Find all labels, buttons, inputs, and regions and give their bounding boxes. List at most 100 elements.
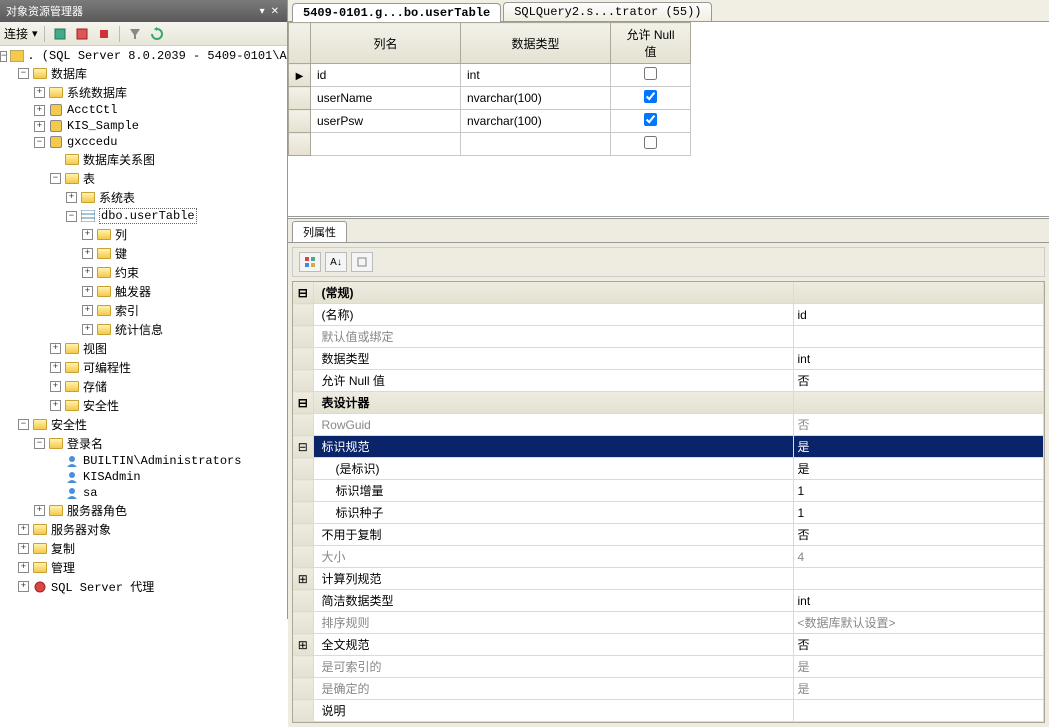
prop-deterministic-value[interactable]: 是 — [793, 678, 1044, 700]
allownull-checkbox[interactable] — [644, 90, 657, 103]
row-selector[interactable]: ▶ — [289, 64, 311, 87]
table-row[interactable] — [289, 133, 691, 156]
alphabetical-icon[interactable]: A↓ — [325, 252, 347, 272]
storage-node[interactable]: +存储 — [0, 377, 287, 396]
row-selector[interactable] — [289, 87, 311, 110]
categorize-icon[interactable] — [299, 252, 321, 272]
header-allownull[interactable]: 允许 Null 值 — [611, 23, 691, 64]
allownull-checkbox[interactable] — [644, 67, 657, 80]
filter-icon[interactable] — [126, 25, 144, 43]
expand-icon[interactable]: ⊟ — [293, 282, 313, 304]
tables-node[interactable]: −表 — [0, 169, 287, 188]
prop-row[interactable]: ⊞全文规范否 — [293, 634, 1044, 656]
serverroles-node[interactable]: +服务器角色 — [0, 501, 287, 520]
management-node[interactable]: +管理 — [0, 558, 287, 577]
replication-node[interactable]: +复制 — [0, 539, 287, 558]
keys-node[interactable]: +键 — [0, 244, 287, 263]
cell-datatype[interactable]: int — [461, 64, 611, 87]
table-row[interactable]: userPsw nvarchar(100) — [289, 110, 691, 133]
allownull-checkbox[interactable] — [644, 113, 657, 126]
prop-size-value[interactable]: 4 — [793, 546, 1044, 568]
prop-row[interactable]: 数据类型int — [293, 348, 1044, 370]
cell-colname[interactable]: userName — [311, 87, 461, 110]
sa-node[interactable]: sa — [0, 485, 287, 501]
prop-row[interactable]: 说明 — [293, 700, 1044, 722]
acctctl-node[interactable]: +AcctCtl — [0, 102, 287, 118]
prop-row[interactable]: 大小4 — [293, 546, 1044, 568]
prop-row[interactable]: 是确定的是 — [293, 678, 1044, 700]
indexes-node[interactable]: +索引 — [0, 301, 287, 320]
serverobjects-node[interactable]: +服务器对象 — [0, 520, 287, 539]
databases-node[interactable]: −数据库 — [0, 64, 287, 83]
prop-row[interactable]: ⊞计算列规范 — [293, 568, 1044, 590]
table-row[interactable]: ▶ id int — [289, 64, 691, 87]
columns-node[interactable]: +列 — [0, 225, 287, 244]
systables-node[interactable]: +系统表 — [0, 188, 287, 207]
connect-icon[interactable] — [51, 25, 69, 43]
prop-row[interactable]: 排序规则<数据库默认设置> — [293, 612, 1044, 634]
cell-colname[interactable]: userPsw — [311, 110, 461, 133]
prop-concise-value[interactable]: int — [793, 590, 1044, 612]
prop-row[interactable]: 允许 Null 值否 — [293, 370, 1044, 392]
expand-icon[interactable]: ⊞ — [293, 568, 313, 590]
dbdiagram-node[interactable]: 数据库关系图 — [0, 150, 287, 169]
cell-allownull[interactable] — [611, 64, 691, 87]
prop-row[interactable]: 简洁数据类型int — [293, 590, 1044, 612]
cell-datatype[interactable] — [461, 133, 611, 156]
expand-icon[interactable]: ⊟ — [293, 392, 313, 414]
object-tree[interactable]: −. (SQL Server 8.0.2039 - 5409-0101\Admi… — [0, 46, 287, 619]
prop-row[interactable]: 标识增量1 — [293, 480, 1044, 502]
cell-datatype[interactable]: nvarchar(100) — [461, 87, 611, 110]
kissample-node[interactable]: +KIS_Sample — [0, 118, 287, 134]
allownull-checkbox[interactable] — [644, 136, 657, 149]
gxccedu-node[interactable]: −gxccedu — [0, 134, 287, 150]
prop-compcol-value[interactable] — [793, 568, 1044, 590]
connect-button[interactable]: 连接 — [4, 25, 28, 42]
prop-fulltext-value[interactable]: 否 — [793, 634, 1044, 656]
security2-node[interactable]: −安全性 — [0, 415, 287, 434]
builtinadmin-node[interactable]: BUILTIN\Administrators — [0, 453, 287, 469]
prop-isident-value[interactable]: 是 — [793, 458, 1044, 480]
disconnect-icon[interactable] — [73, 25, 91, 43]
cell-allownull[interactable] — [611, 133, 691, 156]
prop-row[interactable]: (名称)id — [293, 304, 1044, 326]
agent-node[interactable]: +SQL Server 代理 — [0, 577, 287, 596]
prop-row[interactable]: (是标识)是 — [293, 458, 1044, 480]
refresh-icon[interactable] — [148, 25, 166, 43]
logins-node[interactable]: −登录名 — [0, 434, 287, 453]
prop-name-value[interactable]: id — [793, 304, 1044, 326]
expand-icon[interactable]: ⊞ — [293, 634, 313, 656]
server-node[interactable]: −. (SQL Server 8.0.2039 - 5409-0101\Admi… — [0, 48, 287, 64]
connect-dropdown-icon[interactable]: ▾ — [32, 27, 38, 40]
header-datatype[interactable]: 数据类型 — [461, 23, 611, 64]
prog-node[interactable]: +可编程性 — [0, 358, 287, 377]
cell-colname[interactable] — [311, 133, 461, 156]
cell-datatype[interactable]: nvarchar(100) — [461, 110, 611, 133]
close-icon[interactable]: ✕ — [269, 6, 281, 17]
row-selector[interactable] — [289, 110, 311, 133]
prop-category[interactable]: ⊟表设计器 — [293, 392, 1044, 414]
prop-rowguid-value[interactable]: 否 — [793, 414, 1044, 436]
prop-row[interactable]: 不用于复制否 — [293, 524, 1044, 546]
pin-icon[interactable]: ▾ — [258, 6, 267, 17]
prop-tab-columns[interactable]: 列属性 — [292, 221, 347, 242]
cell-allownull[interactable] — [611, 87, 691, 110]
kisadmin-node[interactable]: KISAdmin — [0, 469, 287, 485]
tab-usertable[interactable]: 5409-0101.g...bo.userTable — [292, 3, 501, 22]
prop-identspec-value[interactable]: 是 — [793, 436, 1044, 458]
prop-indexable-value[interactable]: 是 — [793, 656, 1044, 678]
columns-grid[interactable]: 列名 数据类型 允许 Null 值 ▶ id int userName nvar… — [288, 22, 691, 156]
views-node[interactable]: +视图 — [0, 339, 287, 358]
properties-grid[interactable]: ⊟(常规) (名称)id 默认值或绑定 数据类型int 允许 Null 值否 ⊟… — [292, 281, 1045, 723]
prop-description-value[interactable] — [793, 700, 1044, 722]
prop-allownull-value[interactable]: 否 — [793, 370, 1044, 392]
prop-row[interactable]: 是可索引的是 — [293, 656, 1044, 678]
prop-collation-value[interactable]: <数据库默认设置> — [793, 612, 1044, 634]
prop-pages-icon[interactable] — [351, 252, 373, 272]
prop-identincr-value[interactable]: 1 — [793, 480, 1044, 502]
stop-icon[interactable] — [95, 25, 113, 43]
prop-identseed-value[interactable]: 1 — [793, 502, 1044, 524]
security-node[interactable]: +安全性 — [0, 396, 287, 415]
constraints-node[interactable]: +约束 — [0, 263, 287, 282]
prop-datatype-value[interactable]: int — [793, 348, 1044, 370]
